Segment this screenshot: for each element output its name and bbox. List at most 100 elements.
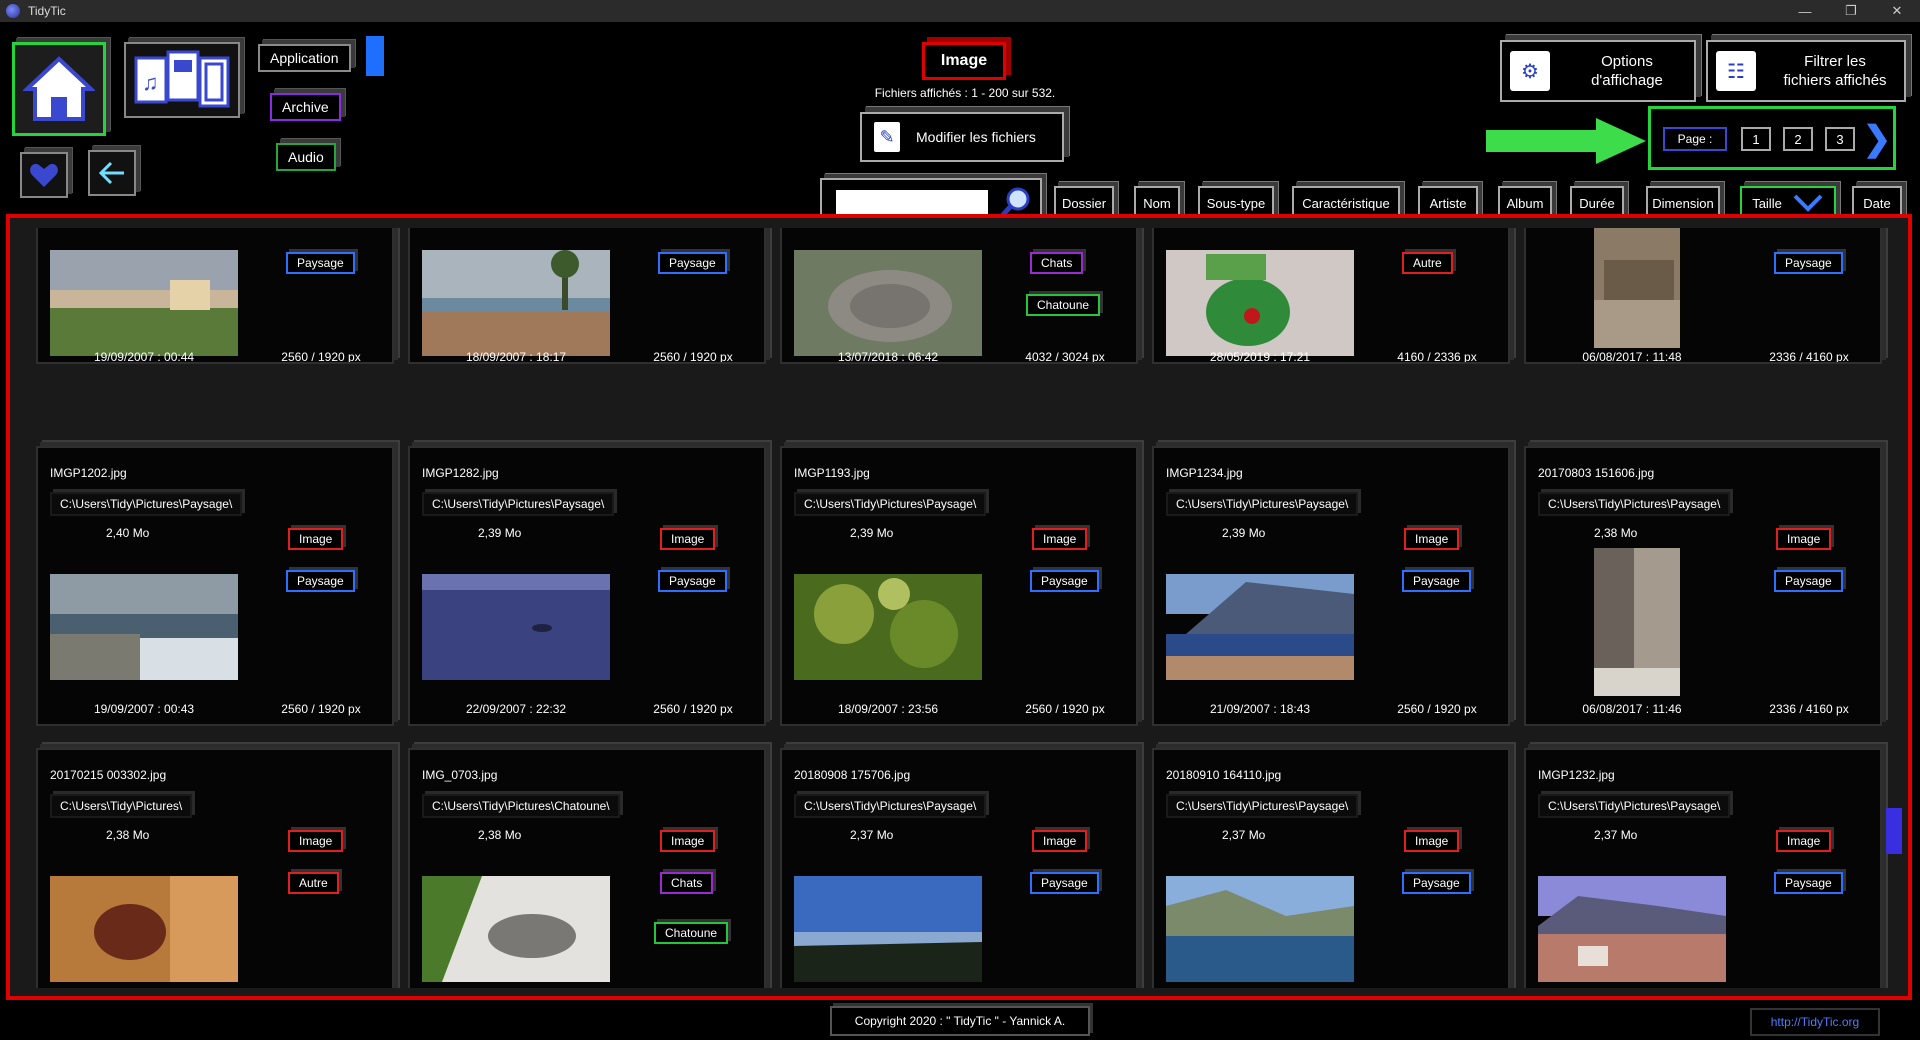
file-card[interactable]: Paysage 06/08/2017 : 11:48 2336 / 4160 p… bbox=[1524, 228, 1882, 364]
file-date: 18/09/2007 : 23:56 bbox=[837, 702, 939, 716]
tag-badge[interactable]: Paysage bbox=[658, 252, 727, 274]
display-options-button[interactable]: ⚙ Options d'affichage bbox=[1500, 40, 1696, 102]
website-link[interactable]: http://TidyTic.org bbox=[1750, 1008, 1880, 1036]
tag-badge[interactable]: Image bbox=[1776, 830, 1832, 852]
file-date: 18/09/2007 : 18:17 bbox=[465, 350, 567, 364]
close-button[interactable]: ✕ bbox=[1874, 0, 1920, 22]
file-dimensions: 2560 / 1920 px bbox=[653, 702, 733, 716]
settings-monitor-icon: ⚙ bbox=[1510, 51, 1550, 91]
file-dimensions: 4032 / 3024 px bbox=[1025, 350, 1105, 364]
home-icon bbox=[23, 56, 95, 121]
copyright-text: Copyright 2020 : " TidyTic " - Yannick A… bbox=[830, 1006, 1090, 1036]
tag-badge[interactable]: Image bbox=[1032, 528, 1088, 550]
category-audio-button[interactable]: Audio bbox=[276, 143, 336, 171]
files-panel: Paysage 19/09/2007 : 00:44 2560 / 1920 p… bbox=[6, 214, 1912, 1000]
tag-badge[interactable]: Paysage bbox=[1402, 570, 1471, 592]
file-card[interactable]: 20170215 003302.jpg C:\Users\Tidy\Pictur… bbox=[36, 748, 394, 988]
page-2-button[interactable]: 2 bbox=[1783, 127, 1813, 151]
file-dimensions: 2560 / 1920 px bbox=[653, 350, 733, 364]
page-3-button[interactable]: 3 bbox=[1825, 127, 1855, 151]
file-path: C:\Users\Tidy\Pictures\ bbox=[50, 794, 193, 818]
category-application-button[interactable]: Application bbox=[258, 44, 351, 72]
minimize-button[interactable]: — bbox=[1782, 0, 1828, 22]
file-thumbnail bbox=[794, 250, 982, 356]
file-path: C:\Users\Tidy\Pictures\Chatoune\ bbox=[422, 794, 620, 818]
home-button[interactable] bbox=[12, 42, 106, 136]
file-date: 28/05/2019 : 17:21 bbox=[1209, 350, 1311, 364]
tag-badge[interactable]: Image bbox=[1776, 528, 1832, 550]
tag-badge[interactable]: Autre bbox=[288, 872, 339, 894]
file-card[interactable]: IMGP1232.jpg C:\Users\Tidy\Pictures\Pays… bbox=[1524, 748, 1882, 988]
media-files-icon: ♫ bbox=[134, 50, 230, 108]
file-dimensions: 2560 / 1920 px bbox=[1025, 702, 1105, 716]
tag-badge[interactable]: Chatoune bbox=[654, 922, 729, 944]
tag-badge[interactable]: Image bbox=[660, 528, 716, 550]
display-options-line2: d'affichage bbox=[1591, 72, 1663, 89]
file-name: IMGP1234.jpg bbox=[1166, 466, 1243, 480]
tag-badge[interactable]: Paysage bbox=[286, 570, 355, 592]
tag-badge[interactable]: Paysage bbox=[1402, 872, 1471, 894]
category-archive-button[interactable]: Archive bbox=[270, 93, 341, 121]
tag-badge[interactable]: Image bbox=[1404, 830, 1460, 852]
tag-badge[interactable]: Paysage bbox=[1774, 252, 1843, 274]
file-card[interactable]: 20180908 175706.jpg C:\Users\Tidy\Pictur… bbox=[780, 748, 1138, 988]
tag-badge[interactable]: Paysage bbox=[1774, 872, 1843, 894]
tag-badge[interactable]: Paysage bbox=[1030, 570, 1099, 592]
file-date: 13/07/2018 : 06:42 bbox=[837, 350, 939, 364]
file-card[interactable]: Paysage 19/09/2007 : 00:44 2560 / 1920 p… bbox=[36, 228, 394, 364]
file-thumbnail bbox=[1594, 228, 1680, 348]
favorites-button[interactable] bbox=[20, 152, 68, 198]
filter-files-line2: fichiers affichés bbox=[1783, 72, 1887, 89]
app-logo-icon bbox=[6, 4, 20, 18]
file-card[interactable]: IMGP1234.jpg C:\Users\Tidy\Pictures\Pays… bbox=[1152, 446, 1510, 726]
file-card[interactable]: IMGP1282.jpg C:\Users\Tidy\Pictures\Pays… bbox=[408, 446, 766, 726]
file-card[interactable]: 20170803 151606.jpg C:\Users\Tidy\Pictur… bbox=[1524, 446, 1882, 726]
file-date: 22/09/2007 : 22:32 bbox=[465, 702, 567, 716]
tag-badge[interactable]: Paysage bbox=[1030, 872, 1099, 894]
modify-files-button[interactable]: ✎ Modifier les fichiers bbox=[860, 112, 1064, 162]
file-card[interactable]: Paysage 18/09/2007 : 18:17 2560 / 1920 p… bbox=[408, 228, 766, 364]
tag-badge[interactable]: Image bbox=[288, 528, 344, 550]
file-dimensions: 2560 / 1920 px bbox=[281, 702, 361, 716]
tag-badge[interactable]: Chats bbox=[660, 872, 714, 894]
search-input[interactable] bbox=[836, 190, 988, 216]
filter-files-line1: Filtrer les bbox=[1804, 53, 1866, 70]
page-1-button[interactable]: 1 bbox=[1741, 127, 1771, 151]
tag-badge[interactable]: Paysage bbox=[658, 570, 727, 592]
image-type-button[interactable]: Image bbox=[922, 42, 1006, 80]
filter-files-button[interactable]: ☷ Filtrer les fichiers affichés bbox=[1706, 40, 1906, 102]
tag-badge[interactable]: Image bbox=[1032, 830, 1088, 852]
file-thumbnail bbox=[1166, 574, 1354, 680]
file-card[interactable]: Chats Chatoune 13/07/2018 : 06:42 4032 /… bbox=[780, 228, 1138, 364]
tag-badge[interactable]: Paysage bbox=[1774, 570, 1843, 592]
file-card[interactable]: 20180910 164110.jpg C:\Users\Tidy\Pictur… bbox=[1152, 748, 1510, 988]
tag-badge[interactable]: Chatoune bbox=[1026, 294, 1101, 316]
media-types-button[interactable]: ♫ bbox=[124, 42, 240, 118]
file-name: 20170803 151606.jpg bbox=[1538, 466, 1655, 480]
file-card[interactable]: IMG_0703.jpg C:\Users\Tidy\Pictures\Chat… bbox=[408, 748, 766, 988]
tag-badge[interactable]: Image bbox=[660, 830, 716, 852]
chevron-down-icon bbox=[1793, 194, 1823, 212]
back-button[interactable] bbox=[88, 150, 136, 196]
file-date: 19/09/2007 : 00:43 bbox=[93, 702, 195, 716]
tag-badge[interactable]: Chats bbox=[1030, 252, 1084, 274]
file-card[interactable]: IMGP1202.jpg C:\Users\Tidy\Pictures\Pays… bbox=[36, 446, 394, 726]
tag-badge[interactable]: Paysage bbox=[286, 252, 355, 274]
file-card[interactable]: IMGP1193.jpg C:\Users\Tidy\Pictures\Pays… bbox=[780, 446, 1138, 726]
scrollbar-thumb[interactable] bbox=[1886, 808, 1902, 854]
file-grid[interactable]: Paysage 19/09/2007 : 00:44 2560 / 1920 p… bbox=[28, 228, 1890, 988]
tag-badge[interactable]: Image bbox=[288, 830, 344, 852]
restore-button[interactable]: ❐ bbox=[1828, 0, 1874, 22]
tag-badge[interactable]: Autre bbox=[1402, 252, 1453, 274]
file-name: 20180908 175706.jpg bbox=[794, 768, 911, 782]
file-size: 2,39 Mo bbox=[1222, 526, 1266, 540]
file-size: 2,39 Mo bbox=[478, 526, 522, 540]
file-size: 2,40 Mo bbox=[106, 526, 150, 540]
file-thumbnail bbox=[50, 574, 238, 680]
tag-badge[interactable]: Image bbox=[1404, 528, 1460, 550]
chevron-right-icon[interactable]: ❯ bbox=[1863, 119, 1892, 159]
arrow-left-icon bbox=[98, 161, 124, 185]
file-card[interactable]: Autre 28/05/2019 : 17:21 4160 / 2336 px bbox=[1152, 228, 1510, 364]
file-dimensions: 2336 / 4160 px bbox=[1769, 350, 1849, 364]
filter-files-icon: ☷ bbox=[1716, 51, 1756, 91]
